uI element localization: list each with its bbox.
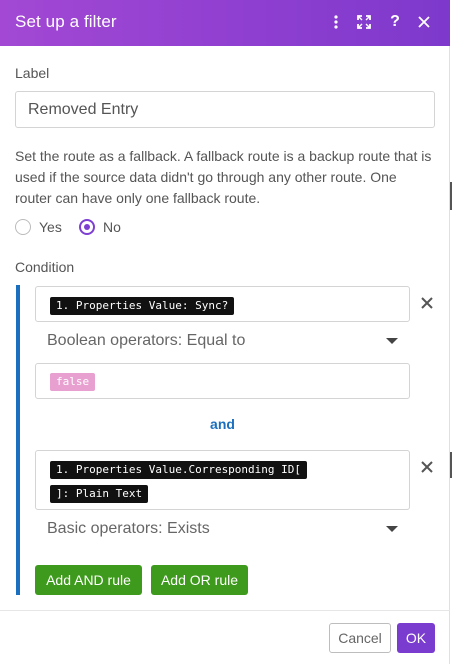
condition-label: Condition (15, 259, 75, 275)
rule-1-remove-icon[interactable] (419, 295, 435, 311)
rule-1-operand-a[interactable]: 1. Properties Value: Sync? (35, 286, 410, 322)
add-and-rule-button[interactable]: Add AND rule (35, 565, 142, 595)
radio-label-no: No (103, 219, 121, 235)
dialog-title: Set up a filter (15, 12, 117, 31)
help-icon[interactable]: ? (385, 12, 405, 32)
chevron-down-icon (386, 338, 398, 344)
rule-1-operand-a-pill[interactable]: 1. Properties Value: Sync? (50, 297, 235, 315)
chevron-down-icon (386, 526, 398, 532)
ok-button[interactable]: OK (397, 623, 435, 653)
and-joiner-label: and (210, 416, 235, 432)
rule-2-operator-value: Basic operators: Exists (47, 520, 210, 537)
radio-circle-no[interactable] (79, 219, 95, 235)
label-input[interactable]: Removed Entry (15, 91, 435, 128)
rule-1-operand-b-pill[interactable]: false (50, 373, 96, 391)
close-icon[interactable] (414, 12, 434, 32)
rule-1-operator-select[interactable]: Boolean operators: Equal to (35, 328, 410, 356)
cancel-button[interactable]: Cancel (329, 623, 391, 653)
rule-2-remove-icon[interactable] (419, 459, 435, 475)
condition-group-bar (16, 285, 20, 595)
fallback-yes-radio[interactable]: Yes (15, 219, 62, 235)
more-vertical-icon[interactable] (326, 12, 346, 32)
dialog-header: Set up a filter ? (0, 0, 450, 46)
fullscreen-icon[interactable] (354, 12, 374, 32)
fallback-no-radio[interactable]: No (79, 219, 121, 235)
radio-circle-yes[interactable] (15, 219, 31, 235)
radio-label-yes: Yes (39, 219, 62, 235)
rule-1-operand-b[interactable]: false (35, 363, 410, 399)
fallback-help-text: Set the route as a fallback. A fallback … (15, 148, 432, 206)
filter-dialog: Set up a filter ? Label Removed Entry Se… (0, 0, 450, 664)
rule-2-operand-a-pill-line1[interactable]: 1. Properties Value.Corresponding ID[ (50, 461, 308, 479)
rule-1-operator-value: Boolean operators: Equal to (47, 332, 246, 349)
rule-2-operand-a[interactable]: 1. Properties Value.Corresponding ID[ ]:… (35, 450, 410, 510)
rule-2-operator-select[interactable]: Basic operators: Exists (35, 516, 410, 544)
rule-2-operand-a-pill-line2[interactable]: ]: Plain Text (50, 485, 149, 503)
footer-divider (0, 610, 450, 611)
label-field-label: Label (15, 65, 50, 81)
add-or-rule-button[interactable]: Add OR rule (151, 565, 248, 595)
